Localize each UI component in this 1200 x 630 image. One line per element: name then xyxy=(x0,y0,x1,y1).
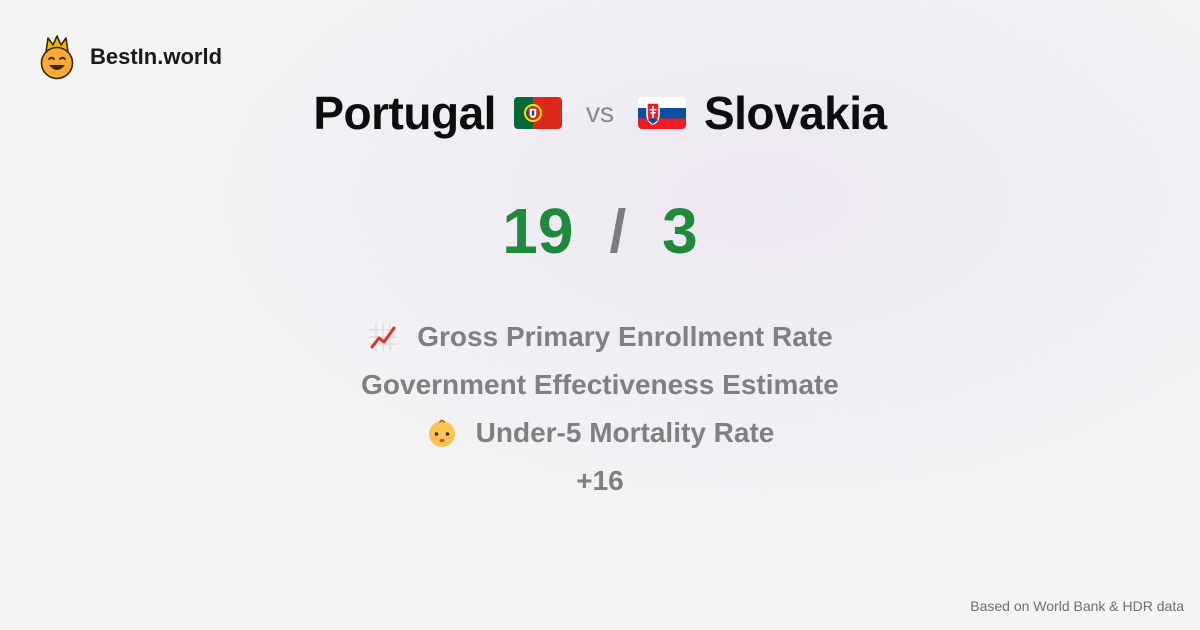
metric-label: Gross Primary Enrollment Rate xyxy=(417,321,833,352)
metric-label: Government Effectiveness Estimate xyxy=(361,369,839,400)
brand-name: BestIn.world xyxy=(90,44,223,69)
metric-item: Government Effectiveness Estimate xyxy=(0,361,1200,409)
chart-increasing-icon xyxy=(369,323,398,351)
more-count: +16 xyxy=(576,465,624,496)
comparison-title: Portugal vs Slovakia xyxy=(0,86,1200,140)
country-a-score: 19 xyxy=(502,195,574,267)
country-b-name: Slovakia xyxy=(703,87,887,139)
source-note: Based on World Bank & HDR data xyxy=(970,598,1184,614)
metric-list: Gross Primary Enrollment Rate Government… xyxy=(0,313,1200,505)
metric-item: Gross Primary Enrollment Rate xyxy=(0,313,1200,361)
vs-label: vs xyxy=(585,97,614,128)
slovakia-flag-icon xyxy=(637,97,686,129)
crowned-smiley-icon xyxy=(40,35,74,80)
more-metrics[interactable]: +16 xyxy=(0,457,1200,505)
country-a-name: Portugal xyxy=(313,87,496,139)
portugal-flag-icon xyxy=(513,97,562,129)
metric-item: Under-5 Mortality Rate xyxy=(0,409,1200,457)
baby-face-icon xyxy=(428,419,455,447)
score-row: 19 / 3 xyxy=(0,194,1200,268)
score-separator: / xyxy=(609,197,627,265)
brand[interactable]: BestIn.world xyxy=(38,34,222,80)
country-b-score: 3 xyxy=(662,195,698,267)
metric-label: Under-5 Mortality Rate xyxy=(475,417,775,448)
